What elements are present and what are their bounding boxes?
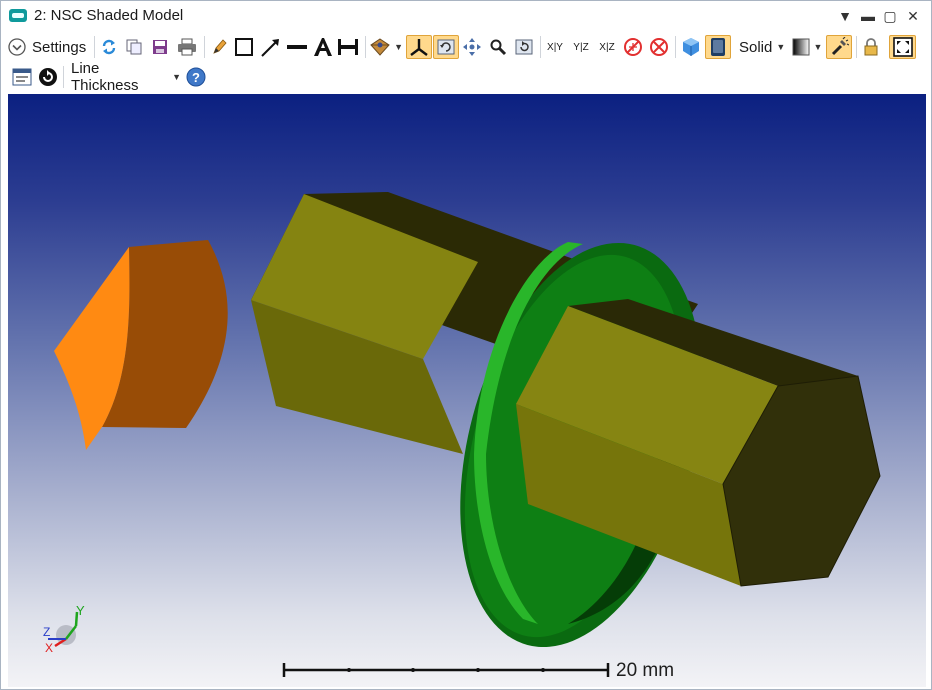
help-icon: ? <box>186 67 206 87</box>
axis-triad: Y Z X <box>43 603 85 655</box>
arrow-line-tool-button[interactable] <box>259 35 283 59</box>
clear-rays-icon <box>650 38 668 56</box>
gradient-icon <box>792 38 810 56</box>
cube-button[interactable] <box>679 35 703 59</box>
toolbar-row-2: Line Thickness ▼ ? <box>1 60 931 94</box>
settings-label: Settings <box>32 38 87 56</box>
hide-rays-icon <box>624 38 642 56</box>
chevron-down-icon: ▼ <box>838 8 852 24</box>
window-title: 2: NSC Shaded Model <box>34 7 184 24</box>
gradient-dropdown[interactable]: ▼ <box>791 35 823 59</box>
axis-z-label: Z <box>43 625 50 639</box>
lighting-button[interactable] <box>826 35 852 59</box>
minimize-icon: ▬ <box>861 8 875 24</box>
chevron-circle-icon <box>8 38 26 56</box>
view-xz-button[interactable]: X|Z <box>595 35 619 59</box>
sync-button[interactable] <box>37 65 59 89</box>
fit-view-icon <box>892 37 913 57</box>
pan-button[interactable] <box>461 35 483 59</box>
view-xy-label: X|Y <box>547 41 563 53</box>
maximize-button[interactable]: ▢ <box>879 5 901 27</box>
save-icon <box>153 40 167 54</box>
reset-view-icon <box>515 39 533 55</box>
nsc-shaded-model-window: 2: NSC Shaded Model ▼ ▬ ▢ ✕ Settings ▼ X… <box>0 0 932 690</box>
dropdown-arrow-icon: ▼ <box>394 42 403 52</box>
lock-button[interactable] <box>860 35 882 59</box>
hide-rays-button[interactable] <box>621 35 645 59</box>
minimize-button[interactable]: ▬ <box>857 5 879 27</box>
rotate-view-icon <box>437 39 455 55</box>
text-tool-icon <box>314 38 332 56</box>
lock-icon <box>864 38 878 56</box>
window-icon <box>12 68 32 86</box>
window-settings-button[interactable] <box>10 65 34 89</box>
sync-icon <box>39 68 57 86</box>
solid-label: Solid <box>739 38 773 56</box>
zoom-button[interactable] <box>487 35 509 59</box>
text-tool-button[interactable] <box>311 35 335 59</box>
axis-y-label: Y <box>76 603 85 618</box>
rectangle-tool-button[interactable] <box>233 35 255 59</box>
title-bar: 2: NSC Shaded Model ▼ ▬ ▢ ✕ <box>1 1 931 31</box>
dropdown-arrow-icon: ▼ <box>776 42 786 52</box>
scene-svg: Y Z X <box>43 192 881 677</box>
line-thickness-dropdown[interactable]: Line Thickness ▼ <box>67 60 181 94</box>
svg-text:?: ? <box>192 70 200 85</box>
help-button[interactable]: ? <box>184 65 208 89</box>
axes-icon <box>410 39 428 56</box>
arrow-line-icon <box>261 39 279 57</box>
dropdown-arrow-icon: ▼ <box>813 42 823 52</box>
view-xy-button[interactable]: X|Y <box>543 35 567 59</box>
lightbulb-icon <box>831 37 849 56</box>
layout-icon <box>370 38 390 56</box>
close-button[interactable]: ✕ <box>902 5 924 27</box>
scale-bar-label: 20 mm <box>616 660 675 681</box>
pencil-icon <box>213 39 227 54</box>
toolbar-row-1: Settings ▼ X|Y Y|Z X|Z Solid ▼ ▼ <box>1 32 931 62</box>
refresh-icon <box>102 39 116 55</box>
refresh-button[interactable] <box>98 35 120 59</box>
layout-dropdown-button[interactable]: ▼ <box>369 35 403 59</box>
scale-bar <box>282 663 610 677</box>
view-xz-label: X|Z <box>599 41 615 53</box>
cube-icon <box>683 38 699 56</box>
view-yz-button[interactable]: Y|Z <box>569 35 593 59</box>
window-menu-button[interactable]: ▼ <box>834 5 856 27</box>
reset-view-button[interactable] <box>512 35 536 59</box>
app-icon <box>9 9 27 22</box>
copy-icon <box>126 39 142 55</box>
print-button[interactable] <box>175 35 199 59</box>
solid-dropdown[interactable]: Solid ▼ <box>735 35 787 59</box>
line-tool-button[interactable] <box>285 35 309 59</box>
dropdown-arrow-icon: ▼ <box>172 72 181 82</box>
lens-object <box>54 240 228 450</box>
rotate-view-button[interactable] <box>433 35 459 59</box>
shaded-icon <box>711 38 725 56</box>
axis-x-label: X <box>45 641 53 655</box>
zoom-icon <box>490 39 507 56</box>
view-yz-label: Y|Z <box>573 41 589 53</box>
fit-view-button[interactable] <box>889 35 916 59</box>
axes-toggle-button[interactable] <box>406 35 432 59</box>
line-icon <box>287 45 307 49</box>
pencil-button[interactable] <box>208 35 230 59</box>
save-button[interactable] <box>149 35 171 59</box>
shaded-model-viewport[interactable]: Y Z X <box>8 94 926 687</box>
rectangle-icon <box>235 38 253 56</box>
copy-button[interactable] <box>123 35 145 59</box>
dimension-tool-button[interactable] <box>336 35 360 59</box>
close-icon: ✕ <box>907 8 919 24</box>
line-thickness-label: Line Thickness <box>71 60 139 94</box>
print-icon <box>178 38 196 56</box>
settings-button[interactable]: Settings <box>7 35 91 59</box>
shaded-mode-button[interactable] <box>705 35 731 59</box>
dimension-icon <box>338 39 358 55</box>
maximize-icon: ▢ <box>883 8 897 24</box>
pan-icon <box>463 38 481 56</box>
clear-rays-button[interactable] <box>647 35 671 59</box>
